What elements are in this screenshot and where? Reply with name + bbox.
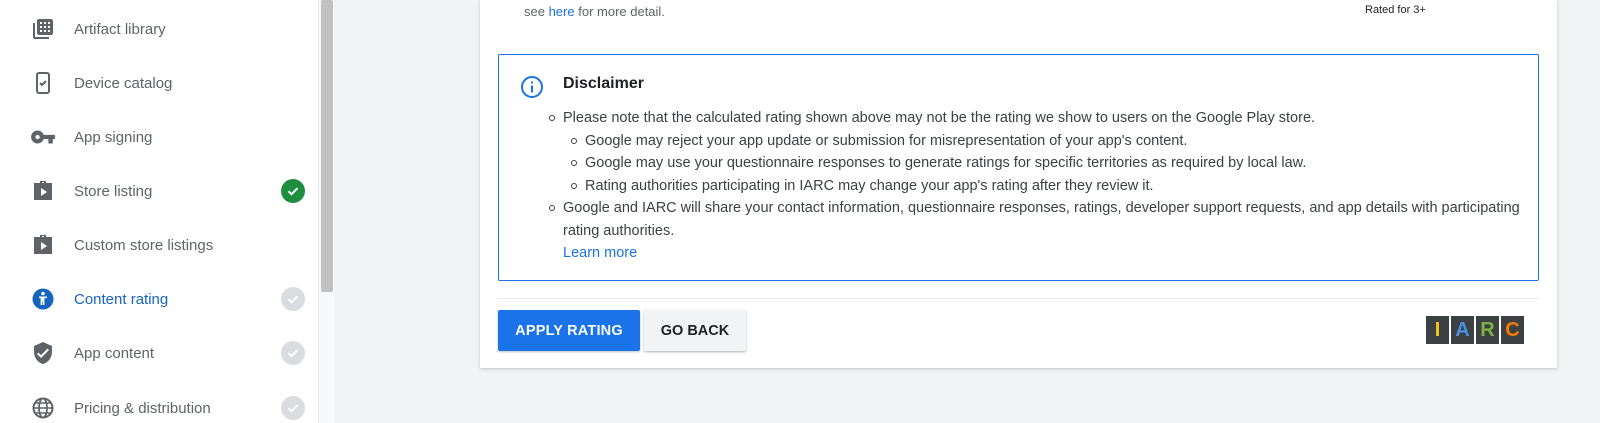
sidebar-item-device-catalog[interactable]: Device catalog — [0, 63, 310, 103]
check-circle-icon — [281, 179, 305, 203]
list-item: Google may use your questionnaire respon… — [563, 152, 1523, 175]
list-item: Please note that the calculated rating s… — [549, 107, 1523, 130]
iarc-letter: R — [1476, 316, 1499, 344]
disclaimer-box: Disclaimer Please note that the calculat… — [498, 54, 1539, 281]
shield-icon — [30, 340, 56, 366]
sidebar-item-store-listing[interactable]: Store listing — [0, 171, 310, 211]
sidebar-item-label: Content rating — [74, 290, 169, 308]
iarc-letter: I — [1426, 316, 1449, 344]
grid-icon — [30, 16, 56, 42]
content-rating-icon — [30, 286, 56, 312]
info-icon — [520, 75, 544, 99]
check-circle-icon — [281, 341, 305, 365]
go-back-button[interactable]: GO BACK — [644, 310, 746, 351]
rated-for-label: Rated for 3+ — [1365, 4, 1426, 16]
sidebar-item-custom-store-listings[interactable]: Custom store listings — [0, 225, 310, 265]
sidebar-item-artifact-library[interactable]: Artifact library — [0, 9, 310, 49]
sidebar-item-label: Device catalog — [74, 74, 173, 92]
list-item: Rating authorities participating in IARC… — [563, 175, 1523, 198]
iarc-logo: I A R C — [1426, 316, 1524, 344]
sidebar-item-app-signing[interactable]: App signing — [0, 117, 310, 157]
learn-more-link[interactable]: Learn more — [563, 242, 1523, 265]
list-item: Google and IARC will share your contact … — [549, 197, 1523, 265]
disclaimer-list: Please note that the calculated rating s… — [549, 107, 1523, 265]
sidebar-item-pricing-distribution[interactable]: Pricing & distribution — [0, 388, 310, 423]
key-icon — [30, 124, 56, 150]
content-rating-card: see here for more detail. Rated for 3+ D… — [480, 0, 1557, 368]
sidebar-item-label: App signing — [74, 128, 153, 146]
play-store-icon — [30, 178, 56, 204]
check-circle-icon — [281, 396, 305, 420]
iarc-letter: A — [1451, 316, 1474, 344]
scrollbar-thumb[interactable] — [321, 0, 333, 292]
sidebar-item-label: App content — [74, 344, 155, 362]
disclaimer-title: Disclaimer — [563, 75, 644, 92]
sidebar-item-label: Store listing — [74, 182, 153, 200]
play-store-icon — [30, 232, 56, 258]
detail-note: see here for more detail. — [524, 4, 665, 19]
sidebar-item-label: Artifact library — [74, 20, 166, 38]
list-item: Google may reject your app update or sub… — [563, 130, 1523, 153]
sidebar-item-label: Custom store listings — [74, 236, 214, 254]
sidebar: Artifact library Device catalog App sign… — [0, 0, 318, 423]
sidebar-item-label: Pricing & distribution — [74, 399, 211, 417]
phone-check-icon — [30, 70, 56, 96]
check-circle-icon — [281, 287, 305, 311]
sidebar-item-app-content[interactable]: App content — [0, 333, 310, 373]
globe-icon — [30, 395, 56, 421]
sidebar-scrollbar[interactable] — [318, 0, 334, 423]
sidebar-item-content-rating[interactable]: Content rating — [0, 279, 310, 319]
iarc-letter: C — [1501, 316, 1524, 344]
here-link[interactable]: here — [549, 4, 575, 19]
divider — [498, 298, 1539, 299]
apply-rating-button[interactable]: APPLY RATING — [498, 310, 640, 351]
